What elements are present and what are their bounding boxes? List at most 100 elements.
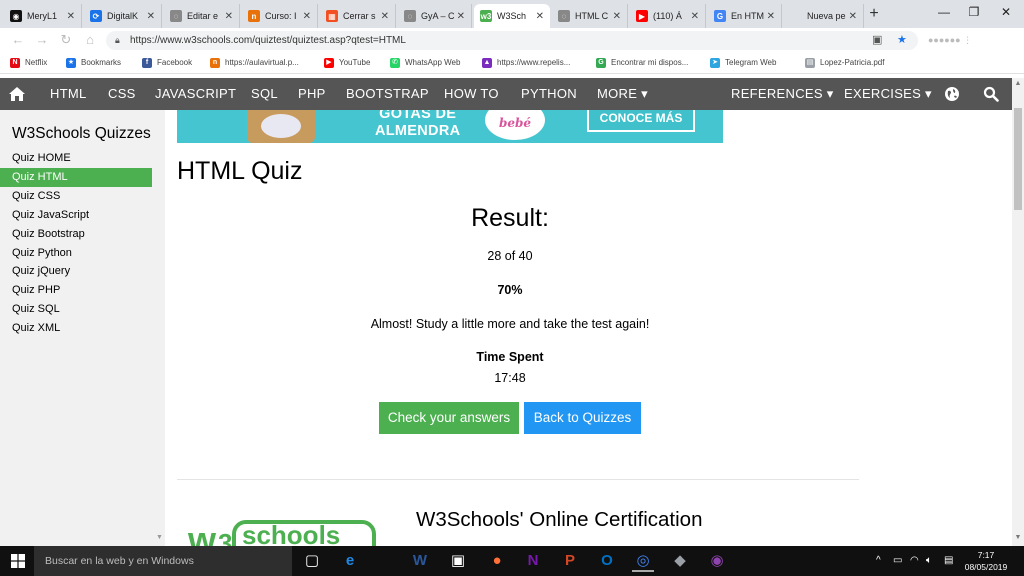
profile-area[interactable]: ●●●●●● ⋮ (928, 32, 988, 48)
nav-item[interactable]: PYTHON (521, 78, 577, 110)
forward-arrow-icon[interactable]: → (34, 32, 50, 48)
nav-item[interactable]: CSS (108, 78, 136, 110)
home-icon[interactable]: ⌂ (82, 32, 98, 48)
tray-chevron-icon[interactable]: ^ (876, 546, 881, 576)
chrome-icon[interactable]: ◎ (632, 550, 654, 572)
sidebar-scroll-down-icon[interactable]: ▼ (156, 534, 163, 541)
nav-item[interactable]: PHP (298, 78, 326, 110)
sidebar-item[interactable]: Quiz XML (0, 319, 152, 338)
notifications-icon[interactable]: ▤ (944, 546, 953, 576)
store-icon[interactable]: ▣ (447, 550, 469, 572)
search-icon[interactable] (983, 86, 999, 102)
tab-close-icon[interactable]: ✕ (225, 11, 233, 22)
taskbar-search-box[interactable]: Buscar en la web y en Windows (34, 546, 292, 576)
task-view-icon[interactable]: ▢ (301, 550, 323, 572)
bookmark-item[interactable]: ▤ Lopez-Patricia.pdf (805, 56, 884, 70)
translate-icon[interactable]: ▣ (872, 31, 882, 50)
url-input[interactable]: 🔒︎ https://www.w3schools.com/quiztest/qu… (106, 31, 918, 50)
browser-tab[interactable]: ◌ HTML C ✕ (552, 4, 628, 28)
nav-references[interactable]: REFERENCES ▾ (731, 78, 834, 110)
nav-item[interactable]: JAVASCRIPT (155, 78, 236, 110)
nav-item[interactable]: MORE ▾ (597, 78, 648, 110)
browser-tab[interactable]: n Curso: I ✕ (242, 4, 318, 28)
windows-start-icon[interactable] (11, 554, 25, 568)
back-to-quizzes-button[interactable]: Back to Quizzes (524, 402, 641, 434)
tab-close-icon[interactable]: ✕ (691, 11, 699, 22)
minimize-button[interactable]: — (928, 0, 960, 24)
sidebar-item[interactable]: Quiz SQL (0, 300, 152, 319)
bookmark-item[interactable]: ▲ https://www.repelis... (482, 56, 570, 70)
bookmark-item[interactable]: ➤ Telegram Web (710, 56, 776, 70)
volume-icon[interactable]: 🔈︎ (926, 546, 932, 576)
nav-item[interactable]: SQL (251, 78, 278, 110)
bookmark-item[interactable]: ✆ WhatsApp Web (390, 56, 460, 70)
nav-item[interactable]: HOW TO (444, 78, 499, 110)
ad-banner[interactable]: GOTAS DE ALMENDRA bebé CONOCE MÁS (177, 110, 723, 143)
bookmark-label: WhatsApp Web (405, 58, 461, 67)
tab-close-icon[interactable]: ✕ (457, 11, 465, 22)
time-spent-value: 17:48 (494, 371, 526, 385)
restore-button[interactable]: ❐ (958, 0, 990, 24)
tab-close-icon[interactable]: ✕ (303, 11, 311, 22)
sidebar-item[interactable]: Quiz PHP (0, 281, 152, 300)
app-icon[interactable]: ◆ (669, 550, 691, 572)
firefox-icon[interactable]: ● (486, 550, 508, 572)
tab-close-icon[interactable]: ✕ (67, 11, 75, 22)
scrollbar-thumb[interactable] (1014, 108, 1022, 210)
nav-item[interactable]: HTML (50, 78, 87, 110)
bookmark-item[interactable]: n https://aulavirtual.p... (210, 56, 299, 70)
browser-tab[interactable]: ▦ Cerrar s ✕ (320, 4, 396, 28)
page-scrollbar[interactable]: ▲ ▼ (1012, 78, 1024, 546)
sidebar-item[interactable]: Quiz Bootstrap (0, 225, 152, 244)
tab-close-icon[interactable]: ✕ (147, 11, 155, 22)
sidebar-item[interactable]: Quiz HTML (0, 167, 152, 187)
browser-tab[interactable]: ◌ Editar e ✕ (164, 4, 240, 28)
sidebar-item[interactable]: Quiz jQuery (0, 262, 152, 281)
tab-close-icon[interactable]: ✕ (849, 11, 857, 22)
bookmark-item[interactable]: G Encontrar mi dispos... (596, 56, 688, 70)
wifi-icon[interactable]: ◠ (910, 546, 919, 576)
onenote-icon[interactable]: N (522, 550, 544, 572)
home-icon[interactable] (8, 86, 26, 102)
reload-icon[interactable]: ↻ (58, 32, 74, 48)
bookmark-item[interactable]: f Facebook (142, 56, 192, 70)
check-answers-button[interactable]: Check your answers (379, 402, 519, 434)
ad-cta-button[interactable]: CONOCE MÁS (587, 110, 695, 132)
browser-tab[interactable]: G En HTM ✕ (708, 4, 782, 28)
media-app-icon[interactable]: ◉ (706, 550, 728, 572)
tab-close-icon[interactable]: ✕ (536, 11, 544, 22)
browser-tab[interactable]: w3 W3Sch ✕ (474, 4, 550, 28)
browser-tab[interactable]: ▶ (110) Á ✕ (630, 4, 706, 28)
sidebar-item[interactable]: Quiz JavaScript (0, 206, 152, 225)
browser-tab[interactable]: ⟳ DigitalK ✕ (84, 4, 162, 28)
taskbar-clock[interactable]: 7:17 08/05/2019 (958, 549, 1014, 573)
browser-tab[interactable]: ◌ GyA – C ✕ (398, 4, 472, 28)
bookmark-item[interactable]: N Netflix (10, 56, 47, 70)
sidebar-item[interactable]: Quiz Python (0, 244, 152, 263)
bookmark-item[interactable]: ★ Bookmarks (66, 56, 121, 70)
battery-icon[interactable]: ▭ (893, 546, 902, 576)
tab-label: Cerrar s (343, 11, 376, 21)
nav-exercises[interactable]: EXERCISES ▾ (844, 78, 932, 110)
back-arrow-icon[interactable]: ← (10, 32, 26, 48)
nav-item[interactable]: BOOTSTRAP (346, 78, 429, 110)
tab-close-icon[interactable]: ✕ (381, 11, 389, 22)
powerpoint-icon[interactable]: P (559, 550, 581, 572)
address-bar-row: ← → ↻ ⌂ 🔒︎ https://www.w3schools.com/qui… (0, 28, 1024, 52)
tab-close-icon[interactable]: ✕ (613, 11, 621, 22)
bookmark-star-icon[interactable]: ★ (897, 31, 907, 50)
scroll-down-icon[interactable]: ▼ (1012, 534, 1024, 541)
browser-tab[interactable]: Nueva pest✕ (784, 4, 864, 28)
bookmark-item[interactable]: ▶ YouTube (324, 56, 370, 70)
new-tab-button[interactable]: + (866, 4, 882, 24)
globe-icon[interactable] (944, 86, 960, 102)
browser-tab[interactable]: ◉ MeryL1 ✕ (4, 4, 82, 28)
edge-icon[interactable]: e (339, 550, 361, 572)
outlook-icon[interactable]: O (596, 550, 618, 572)
sidebar-item[interactable]: Quiz CSS (0, 187, 152, 206)
sidebar-item[interactable]: Quiz HOME (0, 149, 152, 168)
close-window-button[interactable]: ✕ (990, 0, 1022, 24)
scroll-up-icon[interactable]: ▲ (1012, 80, 1024, 87)
tab-close-icon[interactable]: ✕ (767, 11, 775, 22)
word-icon[interactable]: W (409, 550, 431, 572)
